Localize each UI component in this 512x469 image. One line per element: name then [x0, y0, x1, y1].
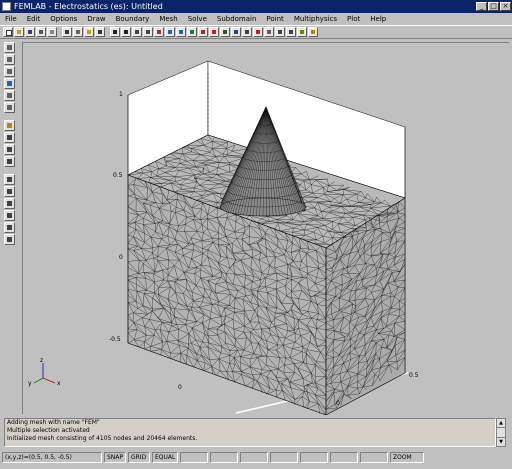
axis-triad: z x y [28, 357, 61, 387]
maximize-button[interactable]: □ [488, 2, 499, 11]
cone-icon[interactable] [4, 54, 15, 65]
log-line: Multiple selection activated [7, 427, 90, 434]
save-file-icon[interactable] [25, 27, 35, 37]
plot-mode-icon[interactable] [231, 27, 241, 37]
mesh-init-icon[interactable] [154, 27, 164, 37]
mesh-mode-icon[interactable] [187, 27, 197, 37]
menu-solve[interactable]: Solve [183, 15, 212, 23]
status-cell[interactable] [240, 452, 268, 463]
equal-toggle[interactable]: EQUAL [152, 452, 178, 463]
status-cell[interactable] [180, 452, 208, 463]
log-scrollbar[interactable]: ▲ ▼ [496, 418, 506, 447]
undo-icon[interactable] [95, 27, 105, 37]
menu-point[interactable]: Point [261, 15, 288, 23]
menu-options[interactable]: Options [45, 15, 82, 23]
point-mode-icon[interactable] [121, 27, 131, 37]
sphere-icon[interactable] [4, 78, 15, 89]
app-icon [2, 2, 11, 11]
subdomain-mode-icon[interactable] [143, 27, 153, 37]
rotate-icon[interactable] [275, 27, 285, 37]
export-icon[interactable] [47, 27, 57, 37]
grid-toggle[interactable]: GRID [128, 452, 150, 463]
menu-edit[interactable]: Edit [22, 15, 46, 23]
z-tick-label: 1 [119, 91, 123, 98]
mesh-refine-icon[interactable] [165, 27, 175, 37]
torus-icon[interactable] [4, 102, 15, 113]
copy-icon[interactable] [73, 27, 83, 37]
mesh-plot: 1 0.5 0 -0.5 0 0.5 0 z x y [28, 60, 419, 415]
log-line: Initialized mesh consisting of 4105 node… [7, 435, 198, 442]
solve-icon[interactable] [198, 27, 208, 37]
window-title: FEMLAB - Electrostatics (es): Untitled [14, 2, 163, 11]
scale-icon[interactable] [4, 144, 15, 155]
boundary-mode-icon[interactable] [132, 27, 142, 37]
menu-subdomain[interactable]: Subdomain [212, 15, 262, 23]
status-cell[interactable] [270, 452, 298, 463]
status-bar: (x,y,z)=(0.5, 0.5, -0.5) SNAP GRID EQUAL… [2, 452, 510, 464]
triad-y-label: y [28, 380, 32, 387]
open-file-icon[interactable] [14, 27, 24, 37]
cut-icon[interactable] [62, 27, 72, 37]
minimize-button[interactable]: _ [476, 2, 487, 11]
solver-params-icon[interactable] [220, 27, 230, 37]
zoom-toggle[interactable]: ZOOM [390, 452, 424, 463]
menu-file[interactable]: File [0, 15, 22, 23]
coordinate-readout: (x,y,z)=(0.5, 0.5, -0.5) [2, 452, 102, 463]
mesh-select-icon[interactable] [176, 27, 186, 37]
new-file-icon[interactable] [3, 27, 13, 37]
menu-boundary[interactable]: Boundary [111, 15, 155, 23]
status-cell[interactable] [300, 452, 328, 463]
status-cell[interactable] [330, 452, 358, 463]
title-bar: FEMLAB - Electrostatics (es): Untitled _… [0, 0, 512, 13]
message-log: Adding mesh with name "FEM" Multiple sel… [4, 418, 496, 447]
status-cell[interactable] [360, 452, 388, 463]
close-button[interactable]: × [500, 2, 511, 11]
difference-icon[interactable] [4, 198, 15, 209]
rotate-object-icon[interactable] [4, 132, 15, 143]
split-icon[interactable] [4, 210, 15, 221]
ellipsoid-icon[interactable] [4, 90, 15, 101]
mirror-icon[interactable] [4, 156, 15, 167]
workplane-icon[interactable] [4, 234, 15, 245]
z-tick-label: -0.5 [109, 336, 121, 343]
draw-mode-icon[interactable] [110, 27, 120, 37]
view-icon[interactable] [297, 27, 307, 37]
headlight-icon[interactable] [286, 27, 296, 37]
restart-icon[interactable] [209, 27, 219, 37]
log-line: Adding mesh with name "FEM" [7, 419, 100, 426]
menu-draw[interactable]: Draw [82, 15, 110, 23]
y-tick-label: 0 [178, 384, 182, 391]
triad-z-label: z [40, 357, 43, 364]
menu-mesh[interactable]: Mesh [154, 15, 182, 23]
scroll-down-icon[interactable]: ▼ [497, 437, 505, 446]
intersection-icon[interactable] [4, 186, 15, 197]
status-cell[interactable] [210, 452, 238, 463]
move-icon[interactable] [4, 120, 15, 131]
paste-icon[interactable] [84, 27, 94, 37]
help-icon[interactable] [308, 27, 318, 37]
print-icon[interactable] [36, 27, 46, 37]
x-tick-label: 0 [336, 400, 340, 407]
x-tick-label: 0.5 [409, 372, 419, 379]
draw-toolbar [4, 42, 18, 246]
union-icon[interactable] [4, 174, 15, 185]
snap-toggle[interactable]: SNAP [104, 452, 126, 463]
menu-help[interactable]: Help [365, 15, 391, 23]
coerce-icon[interactable] [4, 222, 15, 233]
geometry-canvas[interactable]: 1 0.5 0 -0.5 0 0.5 0 z x y [22, 42, 509, 415]
menu-plot[interactable]: Plot [342, 15, 365, 23]
block-icon[interactable] [4, 42, 15, 53]
plot-params-icon[interactable] [242, 27, 252, 37]
z-tick-label: 0.5 [113, 172, 123, 179]
scroll-up-icon[interactable]: ▲ [497, 419, 505, 428]
zoom-window-icon[interactable] [264, 27, 274, 37]
cylinder-icon[interactable] [4, 66, 15, 77]
menu-bar: File Edit Options Draw Boundary Mesh Sol… [0, 13, 512, 25]
menu-multiphysics[interactable]: Multiphysics [289, 15, 342, 23]
femlab-window: FEMLAB - Electrostatics (es): Untitled _… [0, 0, 512, 469]
zoom-extents-icon[interactable] [253, 27, 263, 37]
main-toolbar [0, 25, 512, 39]
triad-x-label: x [57, 380, 61, 387]
z-tick-label: 0 [119, 254, 123, 261]
